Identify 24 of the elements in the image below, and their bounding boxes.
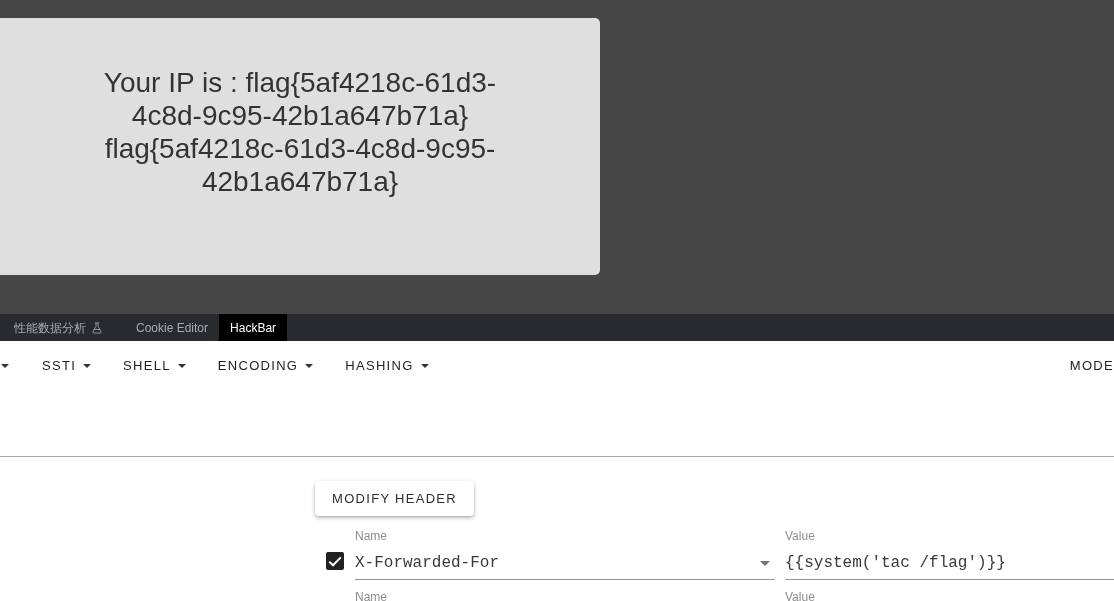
field-label: Value bbox=[785, 529, 816, 543]
checkbox[interactable] bbox=[326, 552, 344, 570]
devtools-tab[interactable]: HackBar bbox=[219, 314, 288, 341]
menu-button[interactable]: SHELL bbox=[107, 347, 202, 384]
field-label: Value bbox=[785, 590, 816, 601]
field-label: Name bbox=[355, 590, 388, 601]
devtools-tab[interactable]: Cookie Editor bbox=[125, 314, 220, 341]
menu-button[interactable]: MODE bbox=[1053, 347, 1114, 384]
message-text: Your IP is : flag{5af4218c-61d3-4c8d-9c95-42b1a647b71a} flag{5af4218c-61d3-4c8d-9c95-42b1a647b71a} bbox=[102, 66, 498, 198]
caret-icon bbox=[760, 560, 770, 566]
caret-icon bbox=[177, 363, 186, 368]
field-label: Name bbox=[355, 529, 388, 543]
devtools-tab[interactable]: 性能数据分析 bbox=[0, 314, 125, 341]
menu-button[interactable]: ENCODING bbox=[201, 347, 330, 384]
checkmark-icon bbox=[328, 555, 342, 567]
caret-icon bbox=[1, 363, 9, 368]
caret-icon bbox=[305, 363, 314, 368]
menu-button[interactable]: SSTI bbox=[26, 347, 108, 384]
header-value-field[interactable]: {{system('tac /flag')}} bbox=[785, 543, 1114, 580]
caret-icon bbox=[420, 363, 429, 368]
caret-icon bbox=[83, 363, 92, 368]
header-name-dropdown[interactable]: X-Forwarded-For bbox=[355, 543, 775, 580]
modify-header-button[interactable]: MODIFY HEADER bbox=[315, 481, 474, 516]
menu-button[interactable]: HASHING bbox=[329, 347, 445, 384]
